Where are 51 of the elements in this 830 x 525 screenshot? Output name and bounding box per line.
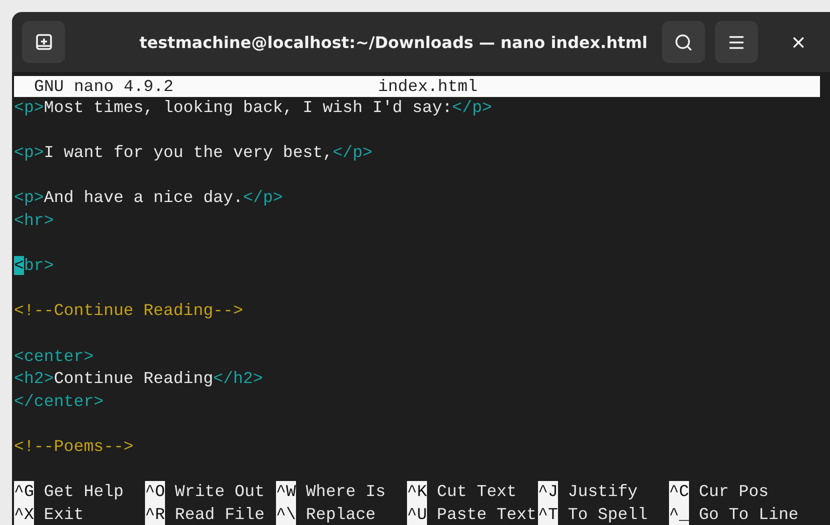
html-comment: <!--Continue Reading--> [14, 301, 244, 320]
shortcut-key: ^O [145, 481, 165, 504]
shortcut-key: ^_ [669, 504, 689, 525]
shortcut-key: ^X [14, 504, 34, 525]
shortcut-key: ^W [276, 481, 296, 504]
shortcut-key: ^U [407, 504, 427, 525]
text-content: Continue Reading [54, 369, 214, 388]
shortcut-label: Justify [566, 481, 638, 504]
shortcut-label: Where Is [304, 481, 386, 504]
html-tag: <center> [14, 346, 94, 366]
html-tag: <h2> [14, 369, 54, 388]
html-tag: <hr> [14, 210, 54, 230]
shortcut-key: ^J [538, 481, 558, 504]
html-tag: br> [24, 256, 54, 276]
html-tag: </p> [243, 188, 283, 208]
html-tag: </p> [332, 143, 372, 162]
shortcut-label: Exit [42, 504, 84, 525]
html-comment: <!--Poems--> [14, 436, 134, 456]
html-tag: <p> [14, 188, 44, 208]
text-content: And have a nice day. [44, 188, 244, 208]
shortcut-key: ^K [407, 481, 427, 504]
shortcut-label: Write Out [174, 481, 265, 504]
shortcut-label: To Spell [566, 504, 648, 525]
text-content: I want for you the very best, [44, 143, 333, 162]
shortcut-label: Get Help [42, 481, 124, 504]
html-tag: </p> [452, 98, 492, 117]
shortcut-label: Cut Text [436, 481, 517, 504]
menu-button[interactable] [715, 21, 758, 63]
search-icon [674, 32, 693, 52]
shortcut-label: Paste Text [436, 504, 537, 525]
shortcut-label: Read File [174, 504, 265, 525]
search-button[interactable] [662, 21, 705, 63]
shortcut-key: ^G [14, 481, 34, 504]
new-tab-button[interactable] [22, 21, 65, 63]
shortcut-label: Replace [304, 504, 376, 525]
file-name: index.html [378, 76, 478, 97]
new-tab-icon [34, 33, 52, 51]
shortcut-key: ^C [669, 481, 689, 504]
html-tag: <p> [14, 143, 44, 162]
shortcut-label: Cur Pos [698, 481, 769, 504]
text-cursor: < [14, 256, 24, 276]
text-content: Most times, looking back, I wish I'd say: [44, 98, 452, 117]
shortcut-label: Go To Line [698, 504, 799, 525]
html-tag: </center> [14, 392, 104, 411]
shortcut-key: ^R [145, 504, 165, 525]
shortcut-key: ^T [538, 504, 558, 525]
window-title: testmachine@localhost:~/Downloads — nano index.html [138, 32, 648, 52]
nano-version: GNU nano 4.9.2 [33, 76, 174, 97]
html-tag: <p> [14, 98, 44, 117]
html-tag: </h2> [213, 369, 263, 388]
shortcut-key: ^\ [276, 504, 296, 525]
